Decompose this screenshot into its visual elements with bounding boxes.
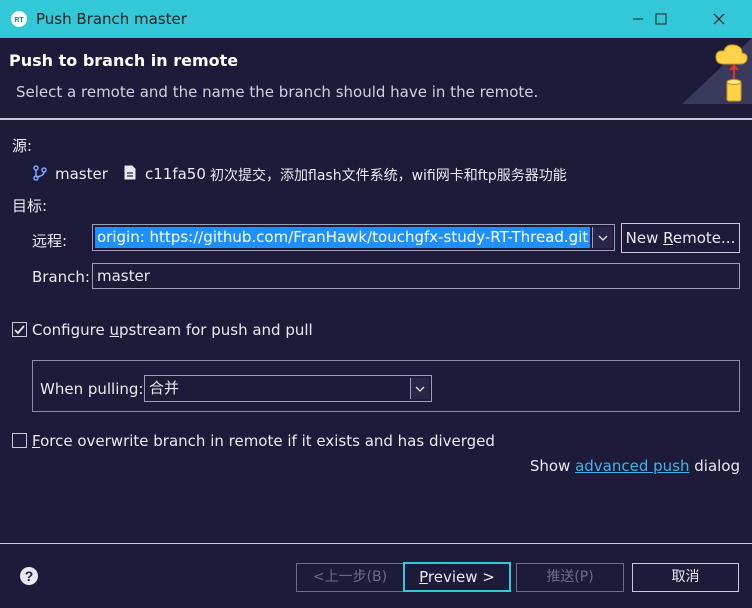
branch-label: Branch: xyxy=(32,268,90,286)
checkmark-icon xyxy=(14,325,25,335)
configure-upstream-label[interactable]: Configure upstream for push and pull xyxy=(32,321,313,339)
svg-text:?: ? xyxy=(25,568,34,584)
title-bar: RT Push Branch master xyxy=(0,0,752,38)
window-title: Push Branch master xyxy=(36,10,187,28)
push-banner-icon xyxy=(682,38,752,104)
branch-icon xyxy=(33,165,47,185)
force-overwrite-label[interactable]: Force overwrite branch in remote if it e… xyxy=(32,432,495,450)
advanced-push-link[interactable]: advanced push xyxy=(575,457,689,475)
preview-button[interactable]: Preview > xyxy=(403,562,511,592)
chevron-down-icon[interactable] xyxy=(592,227,612,248)
page-description: Select a remote and the name the branch … xyxy=(16,83,539,101)
footer-divider xyxy=(0,543,752,544)
source-branch: master xyxy=(55,165,108,183)
cancel-button[interactable]: 取消 xyxy=(632,563,739,592)
branch-input[interactable]: master xyxy=(92,263,740,289)
svg-text:RT: RT xyxy=(14,17,24,24)
force-overwrite-checkbox[interactable] xyxy=(12,433,27,448)
maximize-icon xyxy=(655,13,667,25)
close-icon xyxy=(713,13,725,25)
advanced-push-text: Show advanced push dialog xyxy=(529,457,740,475)
when-pulling-value: 合并 xyxy=(149,379,180,397)
new-remote-button[interactable]: New Remote... xyxy=(621,223,740,253)
rt-thread-app-icon: RT xyxy=(10,10,28,28)
back-button[interactable]: <上一步(B) xyxy=(296,563,404,592)
commit-icon xyxy=(124,165,136,184)
maximize-button[interactable] xyxy=(638,0,684,38)
configure-upstream-checkbox[interactable] xyxy=(12,322,27,337)
help-icon[interactable]: ? xyxy=(19,566,39,590)
when-pulling-select[interactable]: 合并 xyxy=(144,375,432,402)
remote-combo[interactable]: origin: https://github.com/FranHawk/touc… xyxy=(92,224,615,251)
push-button[interactable]: 推送(P) xyxy=(516,563,624,592)
target-label: 目标: xyxy=(12,197,48,215)
remote-label: 远程: xyxy=(32,232,68,250)
remote-combo-value: origin: https://github.com/FranHawk/touc… xyxy=(95,227,591,248)
source-label: 源: xyxy=(12,137,33,155)
when-pulling-label: When pulling: xyxy=(40,380,144,398)
page-title: Push to branch in remote xyxy=(9,51,239,70)
close-button[interactable] xyxy=(696,0,742,38)
wizard-header: Push to branch in remote Select a remote… xyxy=(0,38,752,120)
source-commit-id: c11fa50 xyxy=(145,165,206,183)
chevron-down-icon[interactable] xyxy=(410,378,429,399)
source-commit-message: 初次提交，添加flash文件系统，wifi网卡和ftp服务器功能 xyxy=(210,168,567,184)
